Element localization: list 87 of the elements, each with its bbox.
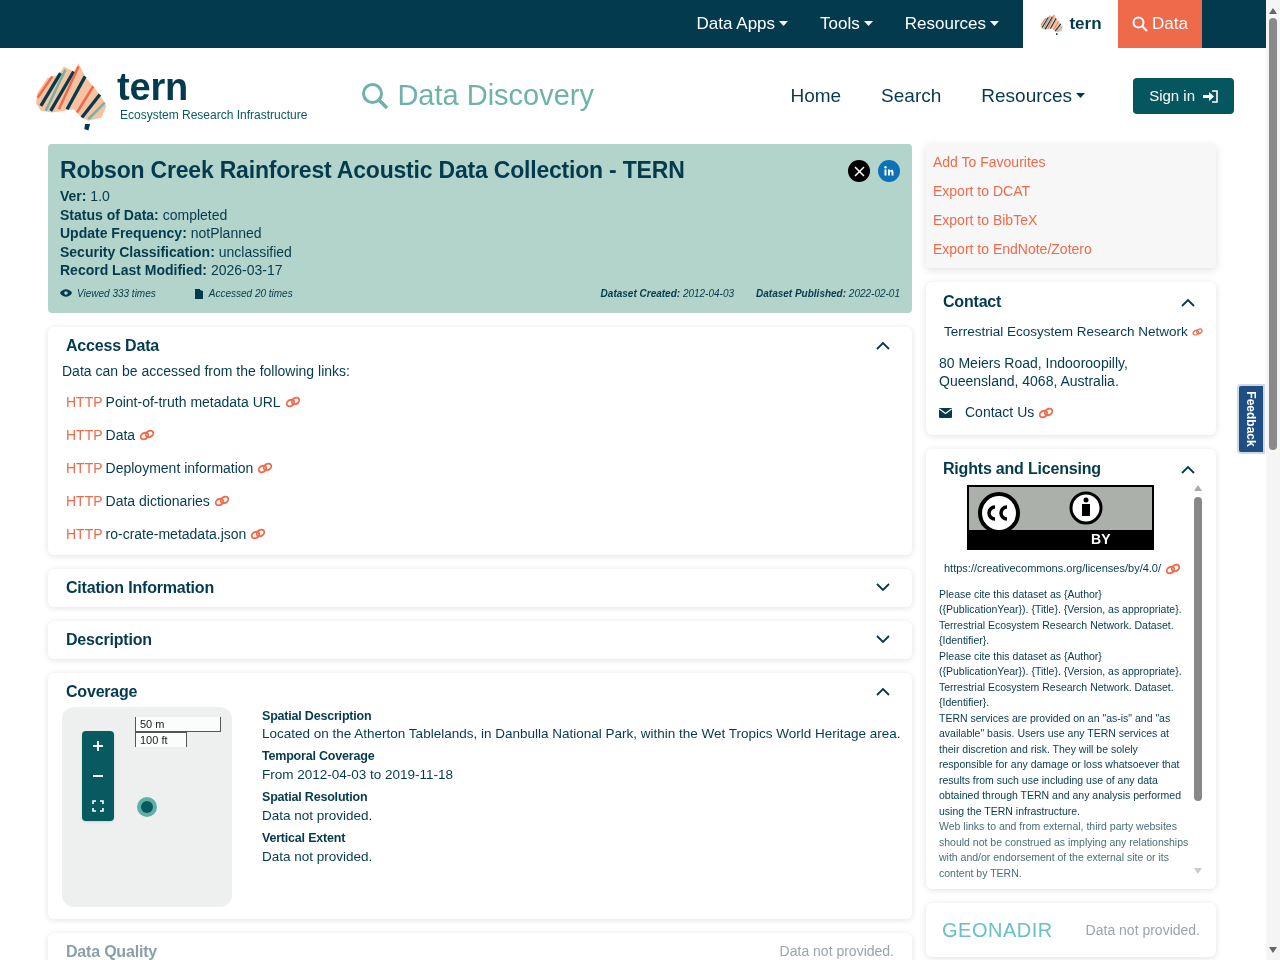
linkedin-share-icon[interactable]: [878, 160, 900, 182]
section-title: Description: [66, 629, 152, 650]
top-nav-item[interactable]: Tools: [804, 0, 889, 48]
section-title: Coverage: [66, 681, 138, 702]
metadata-field: Record Last Modified: 2026-03-17: [60, 261, 900, 280]
x-share-icon[interactable]: [848, 160, 870, 182]
scale-bar: 50 m: [135, 716, 221, 732]
search-icon: [1132, 16, 1149, 32]
metadata-field: Status of Data: completed: [60, 205, 900, 224]
metadata-field: Update Frequency: notPlanned: [60, 224, 900, 243]
access-link[interactable]: Data dictionaries: [105, 490, 210, 511]
detail-label: Spatial Description: [262, 707, 373, 725]
detail-value: Located on the Atherton Tablelands, in Danbulla National Park, within the Wet Tropics World Heritage area.: [262, 725, 901, 744]
location-marker-icon[interactable]: [136, 795, 158, 818]
tern-home-link[interactable]: tern: [1023, 0, 1118, 48]
search-icon: [361, 82, 390, 110]
detail-label: Spatial Resolution: [262, 789, 369, 806]
chevron-up-icon[interactable]: [1181, 297, 1195, 307]
section-value: Data not provided.: [779, 942, 894, 960]
section-title: Rights and Licensing: [943, 459, 1101, 480]
license-code: BY: [1091, 530, 1111, 549]
geonadir-logo: GEONADIR: [942, 918, 1053, 944]
section-title: Access Data: [66, 335, 159, 356]
tern-logo-drawing: [1039, 12, 1066, 36]
link-icon: [1191, 326, 1203, 339]
access-link[interactable]: Data: [105, 424, 136, 445]
organisation-link[interactable]: Terrestrial Ecosystem Research Network: [944, 322, 1188, 343]
link-icon: [1165, 562, 1182, 575]
metadata-field: Security Classification: unclassified: [60, 242, 900, 261]
chevron-up-icon[interactable]: [1181, 464, 1195, 474]
map-area[interactable]: 50 m 100 ft: [62, 706, 232, 907]
access-link[interactable]: Deployment information: [105, 457, 254, 478]
chevron-down-icon[interactable]: [876, 635, 890, 644]
license-paragraph: Please cite this dataset as {Author} ({PublicationYear}). {Title}. {Version, as appropriate}. Terrestrial Ecosystem Research Network. Dataset. {Identifier}.: [939, 648, 1183, 711]
dataset-date: Dataset Created: 2012-04-03: [600, 286, 735, 301]
detail-value: Data not provided.: [262, 847, 374, 866]
protocol-label: HTTP: [66, 491, 103, 511]
access-intro: Data can be accessed from the following links:: [62, 361, 351, 381]
sign-in-button[interactable]: Sign in: [1133, 78, 1234, 114]
scrollbar-drawing[interactable]: [1193, 485, 1203, 876]
top-nav-item[interactable]: Resources: [888, 0, 1015, 48]
sign-in-icon: [1203, 89, 1218, 103]
link-icon: [257, 461, 274, 474]
logo-tagline: Ecosystem Research Infrastructure: [120, 107, 308, 125]
access-link[interactable]: ro-crate-metadata.json: [105, 523, 247, 544]
eye-icon: [60, 289, 72, 297]
dataset-date: Dataset Published: 2022-02-01: [756, 286, 900, 301]
protocol-label: HTTP: [66, 458, 103, 478]
contact-us-link[interactable]: Contact Us: [965, 402, 1035, 424]
license-link[interactable]: https://creativecommons.org/licenses/by/4.0/: [944, 560, 1162, 577]
license-paragraph: TERN services are provided on an "as-is" and "as available" basis. Users use any TERN services at their discretion and risk. They will be solely responsible for any damage or loss whatsoever that results from such use including use of any data obtained through TERN and any analysis performed using the TERN infrastructure.: [939, 710, 1183, 819]
envelope-icon: [939, 407, 952, 418]
link-icon: [1038, 406, 1055, 419]
detail-label: Temporal Coverage: [262, 748, 376, 766]
dataset-title: Robson Creek Rainforest Acoustic Data Collection - TERN: [60, 156, 685, 184]
chevron-down-icon[interactable]: [876, 583, 890, 592]
detail-value: Data not provided.: [262, 806, 374, 825]
link-icon: [250, 527, 267, 540]
view-count: Viewed 333 times: [77, 286, 156, 301]
contact-address: 80 Meiers Road, Indooroopilly, Queensland, 4068, Australia.: [939, 354, 1129, 391]
link-icon: [139, 428, 156, 441]
access-link[interactable]: Point-of-truth metadata URL: [105, 391, 281, 412]
feedback-tab[interactable]: Feedback: [1237, 384, 1265, 454]
chevron-up-icon[interactable]: [876, 341, 890, 350]
protocol-label: HTTP: [66, 425, 103, 445]
app-title: Data Discovery: [397, 78, 595, 114]
header-nav-link[interactable]: Resources: [981, 81, 1086, 111]
logo-wordmark: tern: [117, 68, 189, 107]
header-nav-link[interactable]: Home: [790, 81, 842, 111]
chevron-up-icon[interactable]: [876, 687, 890, 696]
link-icon: [213, 494, 230, 507]
detail-value: From 2012-04-03 to 2019-11-18: [262, 766, 455, 784]
detail-label: Vertical Extent: [262, 829, 347, 847]
access-count: Accessed 20 times: [208, 286, 293, 301]
protocol-label: HTTP: [66, 524, 103, 544]
page-scrollbar-drawing[interactable]: [1266, 0, 1280, 960]
license-paragraph: Web links to and from external, third party websites should not be construed as implying any relationships with and/or endorsement of the external site or its content by TERN.: [939, 819, 1189, 881]
section-title: Data Quality: [66, 941, 157, 960]
section-title: Citation Information: [66, 577, 214, 598]
metadata-field: Ver: 1.0: [60, 187, 900, 206]
license-paragraph: Please cite this dataset as {Author} ({PublicationYear}). {Title}. {Version, as appropriate}. Terrestrial Ecosystem Research Network. Dataset. {Identifier}.: [939, 586, 1183, 649]
top-nav-item[interactable]: Data Apps: [680, 0, 805, 48]
link-icon: [284, 395, 301, 408]
protocol-label: HTTP: [66, 392, 103, 412]
section-title: Contact: [943, 292, 1002, 312]
header-nav-link[interactable]: Search: [881, 81, 942, 111]
geonadir-value: Data not provided.: [1085, 920, 1200, 940]
